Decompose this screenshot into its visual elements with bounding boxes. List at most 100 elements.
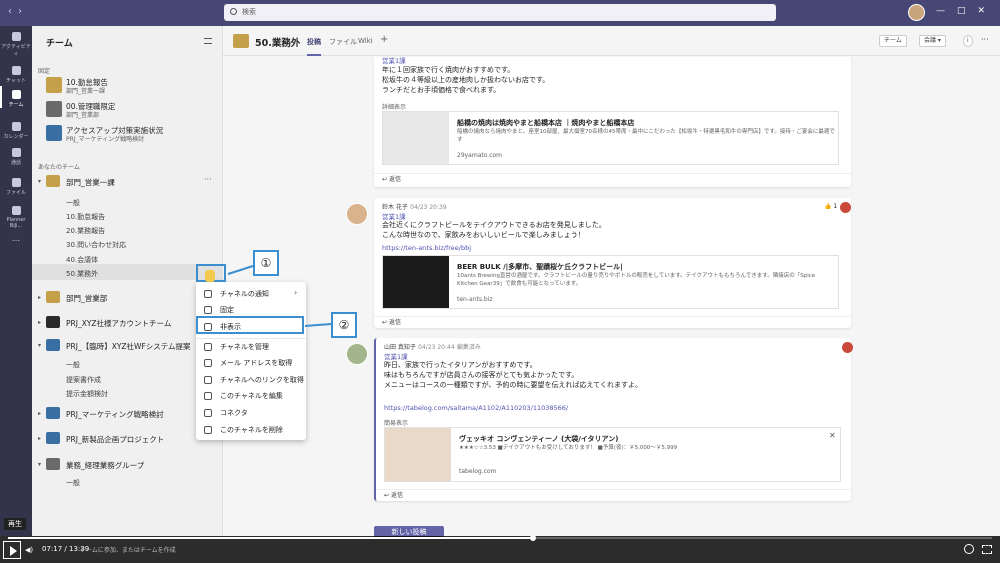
settings-icon[interactable]: [964, 544, 974, 554]
more-icon[interactable]: ···: [981, 35, 989, 44]
team-item[interactable]: ▸ 部門_営業部: [38, 290, 221, 308]
team-item[interactable]: ▸ PRJ_XYZ社様アカウントチーム: [38, 315, 221, 333]
author-avatar[interactable]: [346, 343, 368, 365]
team-sub: 部門_営業部: [66, 112, 100, 119]
reaction-heart-icon[interactable]: [840, 202, 851, 213]
menu-get-email[interactable]: メール アドレスを取得: [196, 355, 306, 371]
preview-description: 船橋の焼肉なら焼肉やまと。座室10部屋、最大個室70名様の45帯席・最中にこだわ…: [457, 129, 835, 143]
pinned-item[interactable]: 00.管理職限定 部門_営業部: [38, 100, 221, 119]
caret-right-icon[interactable]: ▸: [38, 410, 41, 417]
link-preview[interactable]: 船橋の焼肉は焼肉やまと船橋本店 ｜焼肉やまと船橋本店 船橋の焼肉なら焼肉やまと。…: [382, 111, 839, 165]
author-avatar[interactable]: [346, 203, 368, 225]
post-link[interactable]: https://tabelog.com/saitama/A1102/A11020…: [384, 404, 568, 412]
pinned-item[interactable]: 10.勤怠報告 部門_営業一課: [38, 76, 221, 95]
post-line: こんな時世なので、家飲みをおいしいビールで楽しみましょう！: [382, 231, 585, 239]
caret-right-icon[interactable]: ▸: [38, 294, 41, 301]
link-preview[interactable]: ヴェッキオ コンヴェンティーノ (大袋/イタリアン) ★★★☆☆3.53 ■テイ…: [384, 427, 841, 482]
chat-icon: [11, 66, 21, 75]
rail-teams[interactable]: チーム: [0, 86, 32, 108]
tab-files[interactable]: ファイル: [329, 37, 357, 47]
like-reaction[interactable]: 👍 1: [824, 203, 837, 210]
tab-wiki[interactable]: Wiki: [358, 37, 373, 45]
video-progress[interactable]: [8, 535, 992, 541]
window-controls[interactable]: —□✕: [936, 6, 997, 16]
pinned-item[interactable]: アクセスアップ対策実施状況 PRJ_マーケティング戦略検討: [38, 124, 221, 143]
channel-item[interactable]: 20.業務報告: [66, 226, 105, 236]
team-item[interactable]: ▸ PRJ_新製品企画プロジェクト: [38, 431, 221, 449]
preview-domain: 29yamato.com: [457, 152, 503, 159]
fullscreen-icon[interactable]: [982, 545, 992, 554]
channel-item[interactable]: 一般: [66, 198, 80, 208]
channel-item[interactable]: 一般: [66, 360, 80, 370]
rail-label: チャット: [6, 78, 26, 84]
channel-item[interactable]: 10.勤怠報告: [66, 212, 105, 222]
tab-posts[interactable]: 投稿: [307, 37, 321, 56]
reply-button[interactable]: ↩ 返信: [376, 489, 851, 501]
gear-icon: [204, 343, 212, 351]
detail-toggle[interactable]: 簡易表示: [384, 418, 408, 427]
channel-item-active[interactable]: 50.業務外: [66, 269, 98, 279]
preview-thumbnail: [383, 112, 449, 164]
search-input[interactable]: 検索: [224, 4, 776, 21]
team-item[interactable]: ▸ PRJ_マーケティング戦略検討: [38, 406, 221, 424]
info-icon[interactable]: i: [963, 35, 973, 47]
meeting-button[interactable]: 会議 ▾: [919, 35, 946, 47]
volume-icon[interactable]: ◀): [25, 546, 33, 554]
reply-button[interactable]: ↩ 返信: [374, 316, 851, 328]
team-item[interactable]: ▾ 部門_営業一課 ···: [38, 174, 221, 192]
post-line: 松坂牛の４等級以上の産地肉しか扱わないお店です。: [382, 76, 550, 84]
caret-right-icon[interactable]: ▸: [38, 319, 41, 326]
user-avatar[interactable]: [908, 4, 925, 21]
link-preview[interactable]: BEER BULK /|多摩市、聖蹟桜ケ丘クラフトビール| 10ants Bre…: [382, 255, 839, 309]
menu-manage-channel[interactable]: チャネルを管理: [196, 339, 306, 355]
menu-get-link[interactable]: チャネルへのリンクを取得: [196, 372, 306, 388]
reaction-heart-icon[interactable]: [842, 342, 853, 353]
rail-more[interactable]: ...: [0, 234, 32, 244]
play-button[interactable]: [3, 541, 21, 559]
rail-files[interactable]: ファイル: [0, 178, 32, 196]
join-team-text[interactable]: チームに参加、またはチームを作成: [80, 545, 176, 554]
caret-down-icon[interactable]: ▾: [38, 178, 41, 185]
more-icon: ...: [11, 234, 21, 244]
rail-planner[interactable]: Planner BiJi...: [0, 206, 32, 229]
team-item[interactable]: ▾ 業務_経理業務グループ: [38, 457, 221, 475]
menu-edit-channel[interactable]: このチャネルを編集: [196, 388, 306, 404]
filter-icon[interactable]: [204, 38, 212, 44]
channel-item[interactable]: 30.問い合わせ対応: [66, 240, 126, 250]
close-icon[interactable]: ✕: [829, 431, 836, 440]
connector-icon: [204, 409, 212, 417]
caret-down-icon[interactable]: ▾: [38, 342, 41, 349]
rail-calendar[interactable]: カレンダー: [0, 122, 32, 140]
team-item[interactable]: ▾ PRJ_【臨時】XYZ社WFシステム提案: [38, 338, 221, 356]
post-line: 味はもちろんですが店員さんの接客がとても気よかったです。: [384, 371, 579, 379]
channel-item[interactable]: 40.会議体: [66, 255, 98, 265]
meeting-button-label: 会議: [924, 37, 937, 44]
team-name: 部門_営業一課: [66, 178, 115, 187]
rail-calls[interactable]: 通話: [0, 148, 32, 166]
channel-item[interactable]: 提案書作成: [66, 375, 101, 385]
team-logo: [46, 77, 62, 93]
detail-toggle[interactable]: 詳細表示: [382, 102, 406, 111]
more-icon[interactable]: ···: [204, 175, 212, 184]
rail-activity[interactable]: アクティビティ: [0, 32, 32, 57]
channel-item[interactable]: 一般: [66, 478, 80, 488]
rail-chat[interactable]: チャット: [0, 66, 32, 84]
preview-domain: tabelog.com: [459, 468, 497, 475]
planner-icon: [11, 206, 21, 215]
menu-connectors[interactable]: コネクタ: [196, 405, 306, 421]
caret-right-icon[interactable]: ▸: [38, 435, 41, 442]
time-separator: /: [64, 545, 67, 553]
post-line: 昨日、家族で行ったイタリアンがおすすめです。: [384, 361, 537, 369]
reaction-count: 1: [833, 203, 838, 210]
post-header: 鈴木 花子 04/23 20:39: [382, 202, 447, 211]
back-forward-icons[interactable]: ‹›: [8, 6, 28, 17]
channel-item[interactable]: 提示金額検討: [66, 389, 108, 399]
team-button[interactable]: チーム: [879, 35, 907, 47]
progress-fill: [8, 537, 534, 539]
add-tab-button[interactable]: +: [380, 34, 388, 45]
caret-down-icon[interactable]: ▾: [38, 461, 41, 468]
menu-delete-channel[interactable]: このチャネルを削除: [196, 422, 306, 438]
post-link[interactable]: https://ten-ants.biz/free/bbj: [382, 244, 471, 252]
hand-cursor-icon: [205, 270, 215, 282]
reply-button[interactable]: ↩ 返信: [374, 173, 851, 185]
